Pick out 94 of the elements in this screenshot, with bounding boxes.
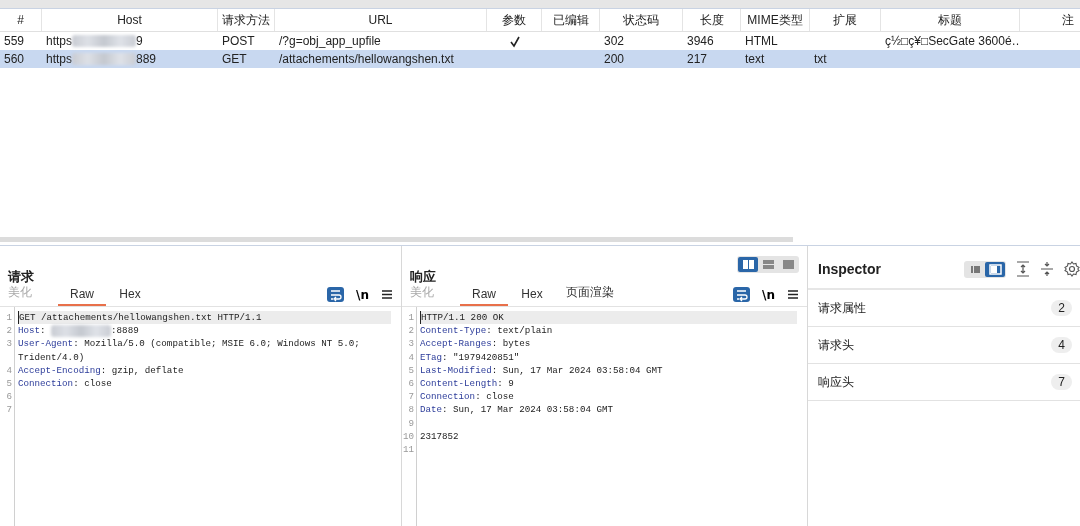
code-line: Connection: close [18,377,113,391]
section-label: 请求头 [818,336,854,354]
column-header[interactable]: 标题 [881,9,1020,31]
line-number: 7 [5,403,12,417]
line-number: 6 [407,377,414,391]
tab[interactable]: 页面渲染 [556,284,614,306]
menu-icon[interactable] [381,289,393,300]
table-cell-text: POST [221,33,256,50]
line-number: 3 [5,337,12,352]
host-text: https [46,51,72,68]
code-line: Accept-Encoding: gzip, deflate [18,363,185,377]
inspector-section[interactable]: 响应头 7 [808,364,1080,401]
host-text: 889 [136,51,157,68]
column-header[interactable]: 已编辑 [542,9,600,31]
code-line: Host: :8889 [18,324,140,338]
wrap-button[interactable] [733,287,751,302]
panel-title: 响应 [410,268,436,286]
line-number: 7 [407,390,414,404]
count-badge: 2 [1051,300,1072,316]
line-number: 1 [5,311,12,325]
table-cell-text: text [744,51,766,68]
count-badge: 7 [1051,374,1072,390]
table-cell-text: /?g=obj_app_upfile [278,33,382,50]
section-label: 响应头 [818,373,854,391]
section-label: 请求属性 [818,299,866,317]
panel-view-icon [986,262,1004,276]
table-cell-text: HTML [744,33,779,50]
layout-toggle-button[interactable] [738,257,758,272]
line-number: 10 [402,429,414,444]
line-number: 6 [5,390,12,404]
code-line: User-Agent: Mozilla/5.0 (compatible; MSIE 6.0; Windows NT 5.0; Trident/4.0) [18,337,361,364]
code-line: Content-Type: text/plain [420,324,554,338]
column-header[interactable]: # [0,9,42,31]
newline-button[interactable]: \n [356,287,369,302]
line-number: 3 [407,337,414,351]
table-cell-text: /attachements/hellowangshen.txt [278,51,455,68]
count-badge: 4 [1051,337,1072,353]
table-cell-text: GET [221,51,248,68]
table-cell-text: 217 [686,51,709,68]
wrap-icon [328,287,343,302]
tab[interactable]: Raw [58,287,106,306]
wrap-icon [734,287,749,302]
collapse-icon[interactable] [1040,261,1054,277]
panel-title: 请求 [8,268,34,286]
settings-icon[interactable] [1064,261,1080,277]
code-line: ETag: "1979420851" [420,350,521,364]
expand-icon[interactable] [1016,261,1030,277]
column-header[interactable]: 参数 [487,9,542,31]
host-text: https [46,33,72,50]
line-number: 2 [407,324,414,338]
table-cell-text: 200 [603,51,626,68]
line-number: 4 [5,363,12,377]
code-line: Content-Length: 9 [420,377,515,391]
tab[interactable]: Hex [508,287,556,306]
view-toggle-button[interactable] [985,261,1005,277]
code-line: 2317852 [420,429,460,444]
tab[interactable]: Hex [106,287,154,306]
table-cell-text: 560 [3,51,26,68]
tab[interactable]: Raw [460,287,508,306]
column-header[interactable]: Host [42,9,218,31]
code-line: Last-Modified: Sun, 17 Mar 2024 03:58:04 GMT [420,363,664,377]
column-header[interactable]: URL [275,9,487,31]
code-line: Accept-Ranges: bytes [420,337,532,351]
line-number: 5 [5,377,12,391]
line-number: 4 [407,350,414,364]
code-line: Connection: close [420,390,515,404]
column-header[interactable]: 请求方法 [218,9,275,31]
column-header[interactable]: 注 [1020,9,1080,31]
line-number: 1 [407,311,414,325]
table-cell-text: ç½□ç¥□SecGate 3600é… [884,33,1020,50]
table-cell-text: txt [813,51,828,68]
line-number: 9 [407,416,414,430]
host-text: 9 [136,33,143,50]
column-header[interactable]: 长度 [683,9,741,31]
table-cell-text: 3946 [686,33,715,50]
column-header[interactable]: 扩展 [810,9,881,31]
table-cell-text: 302 [603,33,626,50]
inspector-section[interactable]: 请求属性 2 [808,290,1080,327]
inspector-title: Inspector [818,261,881,277]
inspector-section[interactable]: 请求头 4 [808,327,1080,364]
line-number: 2 [5,324,12,338]
column-header[interactable]: MIME类型 [741,9,810,31]
table-row[interactable]: 559 https 9 POST /?g=obj_app_upfile 302 3946 HTML ç½□ç¥□SecGate 3600é… [0,32,1080,50]
column-header[interactable]: 状态码 [600,9,683,31]
scrollbar[interactable] [0,237,793,242]
table-row[interactable]: 560 https 889 GET /attachements/hellowangshen.txt 200 217 text txt [0,50,1080,68]
code-line: Date: Sun, 17 Mar 2024 03:58:04 GMT [420,403,614,417]
wrap-button[interactable] [327,287,345,302]
menu-icon[interactable] [787,289,799,300]
line-number: 11 [402,443,414,457]
line-number: 8 [407,403,414,417]
line-number: 5 [407,363,414,377]
table-cell-text: 559 [3,33,26,50]
newline-button[interactable]: \n [762,287,775,302]
